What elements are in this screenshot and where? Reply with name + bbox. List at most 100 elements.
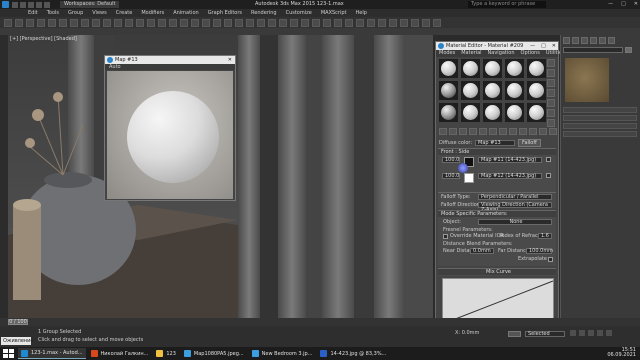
toolbar-button[interactable] — [323, 18, 331, 27]
list-item[interactable] — [563, 115, 637, 121]
menu-item[interactable]: Create — [116, 10, 133, 16]
map-name-field[interactable]: Map #13 — [475, 140, 516, 146]
app-logo-icon[interactable] — [2, 1, 9, 8]
taskbar-app[interactable]: 123 — [153, 348, 179, 359]
object-color-swatch[interactable] — [625, 47, 632, 53]
material-tool-button[interactable] — [449, 128, 457, 135]
taskbar-app[interactable]: New Bedroom 3.jp... — [249, 348, 316, 359]
object-name-field[interactable] — [563, 47, 623, 53]
toolbar-button[interactable] — [345, 18, 353, 27]
toolbar-button[interactable] — [147, 18, 155, 27]
backlight-icon[interactable] — [547, 69, 555, 77]
close-icon[interactable]: ✕ — [228, 56, 232, 64]
material-editor-menu-item[interactable]: Modes — [439, 50, 455, 57]
minimize-icon[interactable]: — — [530, 42, 535, 50]
falloff-type-dropdown[interactable]: Perpendicular / Parallel — [478, 194, 552, 200]
menu-item[interactable]: Rendering — [251, 10, 277, 16]
far-distance-spinner[interactable]: 100.0mm — [526, 248, 553, 254]
toolbar-button[interactable] — [213, 18, 221, 27]
material-slot[interactable] — [439, 103, 458, 122]
material-tool-button[interactable] — [549, 128, 557, 135]
motion-tab-icon[interactable] — [590, 37, 597, 44]
modify-tab-icon[interactable] — [572, 37, 579, 44]
side-map-button[interactable]: Map #12 (14-423.jpg) — [478, 173, 542, 179]
toolbar-button[interactable] — [70, 18, 78, 27]
toolbar-button[interactable] — [246, 18, 254, 27]
side-color-swatch[interactable] — [464, 173, 474, 183]
menu-item[interactable]: Edit — [28, 10, 38, 16]
material-tool-button[interactable] — [489, 128, 497, 135]
map-window-toolbar[interactable]: Auto — [105, 64, 235, 70]
toolbar-button[interactable] — [268, 18, 276, 27]
maximize-icon[interactable]: □ — [621, 1, 626, 7]
material-slot[interactable] — [461, 81, 480, 100]
menu-item[interactable]: Customize — [286, 10, 312, 16]
toolbar-button[interactable] — [224, 18, 232, 27]
material-slot[interactable] — [527, 81, 546, 100]
extrapolate-checkbox[interactable] — [548, 257, 553, 262]
toolbar-button[interactable] — [389, 18, 397, 27]
toolbar-button[interactable] — [433, 18, 441, 27]
material-slot[interactable] — [527, 59, 546, 78]
near-distance-spinner[interactable]: 0.0mm — [470, 248, 494, 254]
toolbar-button[interactable] — [59, 18, 67, 27]
toolbar-button[interactable] — [279, 18, 287, 27]
toolbar-button[interactable] — [26, 18, 34, 27]
toolbar-button[interactable] — [4, 18, 12, 27]
go-to-start-icon[interactable] — [570, 330, 576, 336]
menu-item[interactable]: Help — [356, 10, 367, 16]
toolbar-button[interactable] — [367, 18, 375, 27]
material-tool-button[interactable] — [509, 128, 517, 135]
material-editor-window[interactable]: Material Editor - Material #209 — □ ✕ Mode… — [435, 41, 565, 325]
falloff-direction-dropdown[interactable]: Viewing Direction (Camera Z-Axis) — [478, 202, 552, 213]
sample-type-icon[interactable] — [547, 59, 555, 67]
toolbar-button[interactable] — [235, 18, 243, 27]
options-icon[interactable] — [547, 119, 555, 127]
background-icon[interactable] — [547, 79, 555, 87]
toolbar-button[interactable] — [48, 18, 56, 27]
toolbar-button[interactable] — [301, 18, 309, 27]
uv-tiling-icon[interactable] — [547, 89, 555, 97]
viewport-label[interactable]: [+] [Perspective] [Shaded] — [10, 36, 77, 42]
toolbar-button[interactable] — [37, 18, 45, 27]
material-slot[interactable] — [505, 81, 524, 100]
toolbar-button[interactable] — [202, 18, 210, 27]
toolbar-button[interactable] — [290, 18, 298, 27]
material-slot[interactable] — [527, 103, 546, 122]
close-icon[interactable]: ✕ — [634, 1, 638, 7]
material-slot[interactable] — [483, 81, 502, 100]
menu-item[interactable]: Group — [68, 10, 83, 16]
auto-key-button[interactable] — [508, 331, 521, 337]
go-to-end-icon[interactable] — [606, 330, 612, 336]
taskbar-app[interactable]: 14-423.jpg @ 83,3%... — [317, 348, 389, 359]
display-tab-icon[interactable] — [599, 37, 606, 44]
material-tool-button[interactable] — [479, 128, 487, 135]
previous-frame-icon[interactable] — [579, 330, 585, 336]
swap-icon[interactable] — [458, 163, 468, 173]
material-tool-button[interactable] — [529, 128, 537, 135]
toolbar-button[interactable] — [158, 18, 166, 27]
toolbar-button[interactable] — [15, 18, 23, 27]
side-map-checkbox[interactable] — [546, 173, 551, 178]
ior-spinner[interactable]: 1.6 — [538, 233, 552, 239]
taskbar-app[interactable]: Николай Галкин... — [88, 348, 152, 359]
material-slot[interactable] — [461, 59, 480, 78]
material-editor-menu-item[interactable]: Options — [521, 50, 540, 57]
key-filter-dropdown[interactable]: Selected — [525, 331, 565, 337]
toolbar-button[interactable] — [378, 18, 386, 27]
taskbar-app[interactable]: Map1080PA5.jpeg... — [181, 348, 247, 359]
material-slot[interactable] — [483, 59, 502, 78]
toolbar-button[interactable] — [356, 18, 364, 27]
rollout-header[interactable]: Mix Curve — [438, 269, 556, 275]
material-slot[interactable] — [483, 103, 502, 122]
material-slot[interactable] — [439, 59, 458, 78]
maxscript-listener[interactable]: Оживление — [1, 337, 34, 345]
minimize-icon[interactable]: — — [608, 1, 613, 7]
material-tool-button[interactable] — [499, 128, 507, 135]
time-slider[interactable]: 0 / 100 — [8, 319, 28, 325]
open-file-icon[interactable] — [20, 1, 26, 8]
front-map-checkbox[interactable] — [546, 157, 551, 162]
redo-icon[interactable] — [44, 1, 50, 8]
start-icon[interactable] — [2, 348, 14, 359]
coordinate-readout[interactable]: X: 0.0mm — [455, 330, 479, 336]
